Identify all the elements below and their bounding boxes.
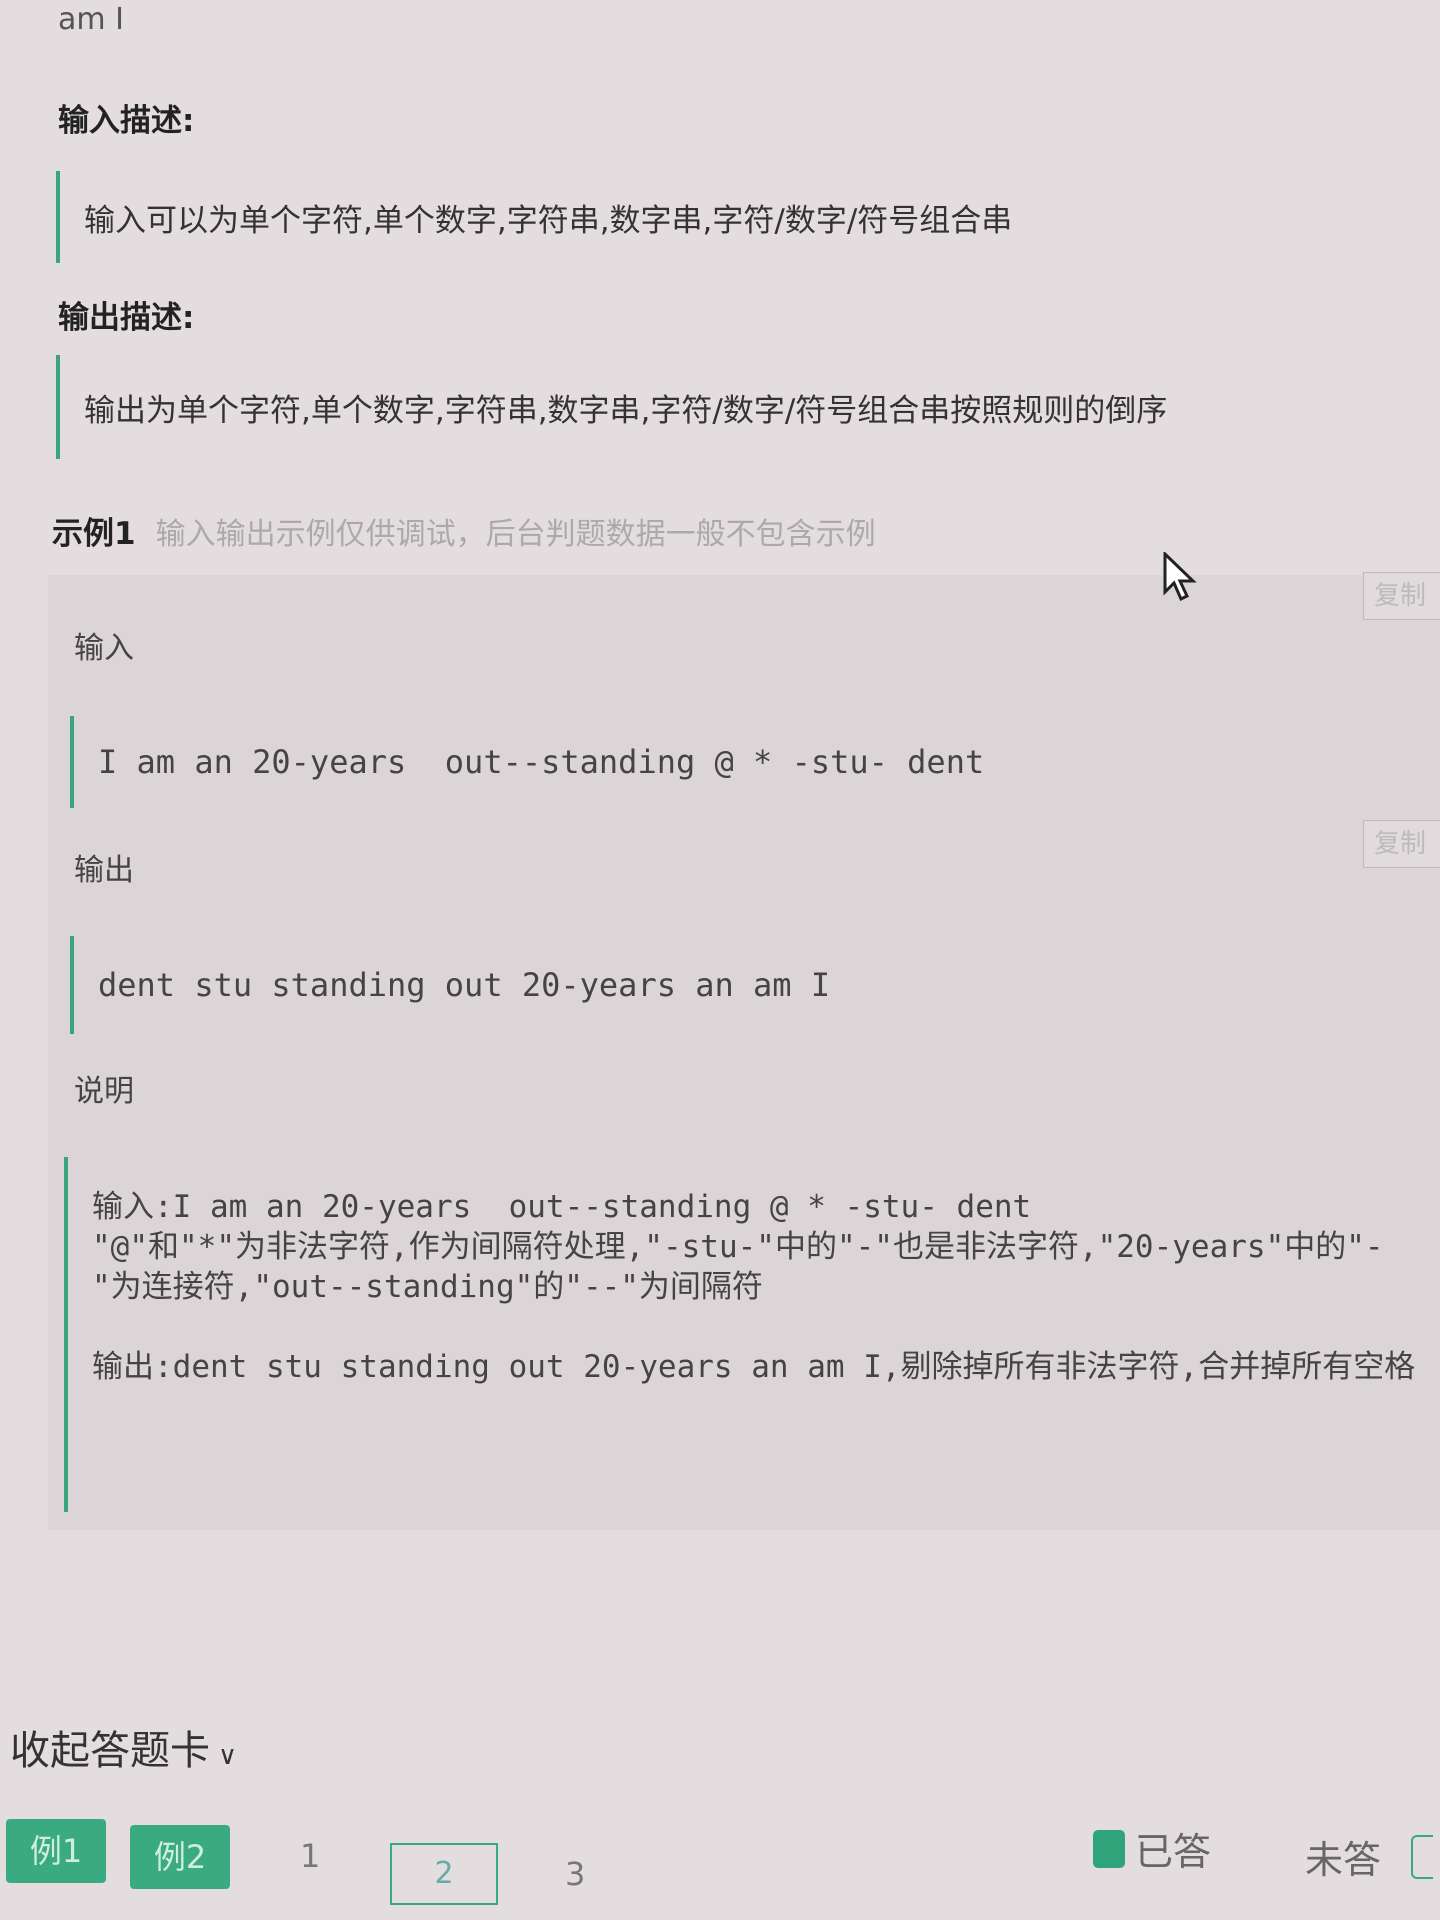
- input-description-text: 输入可以为单个字符,单个数字,字符串,数字串,字符/数字/符号组合串: [84, 202, 1013, 239]
- legend-answered: 已答: [1093, 1821, 1211, 1876]
- output-description: 输出为单个字符,单个数字,字符串,数字串,字符/数字/符号组合串按照规则的倒序: [56, 355, 1167, 459]
- example-output-value: dent stu standing out 20-years an am I: [98, 966, 831, 1004]
- example-explain-label: 说明: [74, 1074, 134, 1109]
- example-input-label: 输入: [74, 631, 134, 666]
- input-description-heading: 输入描述:: [58, 103, 195, 139]
- output-description-text: 输出为单个字符,单个数字,字符串,数字串,字符/数字/符号组合串按照规则的倒序: [84, 392, 1168, 429]
- collapse-answer-card-label: 收起答题卡: [10, 1728, 210, 1774]
- copy-input-button[interactable]: 复制: [1363, 572, 1440, 620]
- answer-card: 例1 例2 1 2 3 已答 未答: [0, 1815, 1440, 1905]
- example-title: 示例1: [52, 516, 136, 552]
- example-input: I am an 20-years out--standing @ * -stu-…: [70, 716, 984, 808]
- unanswered-swatch-icon: [1411, 1834, 1434, 1879]
- example-output: dent stu standing out 20-years an am I: [70, 936, 830, 1034]
- example-note: 输入输出示例仅供调试，后台判题数据一般不包含示例: [155, 517, 876, 552]
- output-description-heading: 输出描述:: [58, 300, 195, 336]
- input-description: 输入可以为单个字符,单个数字,字符串,数字串,字符/数字/符号组合串: [56, 171, 1012, 263]
- example-2-button[interactable]: 例2: [130, 1825, 230, 1889]
- question-1-button[interactable]: 1: [300, 1837, 320, 1875]
- legend-unanswered: 未答: [1305, 1829, 1434, 1884]
- explanation-input: 输入:I am an 20-years out--standing @ * -s…: [92, 1189, 1384, 1305]
- example-input-value: I am an 20-years out--standing @ * -stu-…: [98, 743, 985, 781]
- explanation-output: 输出:dent stu standing out 20-years an am …: [92, 1349, 1416, 1385]
- legend-unanswered-label: 未答: [1305, 1838, 1382, 1882]
- example-output-label: 输出: [74, 853, 134, 888]
- example-explanation: 输入:I am an 20-years out--standing @ * -s…: [64, 1157, 1424, 1512]
- example-1-button[interactable]: 例1: [6, 1819, 106, 1883]
- previous-text-fragment: am I: [58, 2, 124, 37]
- collapse-answer-card-toggle[interactable]: 收起答题卡 ∨: [10, 1718, 237, 1776]
- question-2-button[interactable]: 2: [390, 1843, 498, 1905]
- answered-swatch-icon: [1093, 1829, 1125, 1868]
- legend-answered-label: 已答: [1135, 1830, 1212, 1874]
- example-header: 示例1 输入输出示例仅供调试，后台判题数据一般不包含示例: [52, 508, 876, 553]
- mouse-cursor-icon: [1163, 552, 1197, 602]
- copy-output-button[interactable]: 复制: [1363, 820, 1440, 868]
- question-3-button[interactable]: 3: [565, 1855, 585, 1893]
- chevron-down-icon: ∨: [218, 1741, 238, 1771]
